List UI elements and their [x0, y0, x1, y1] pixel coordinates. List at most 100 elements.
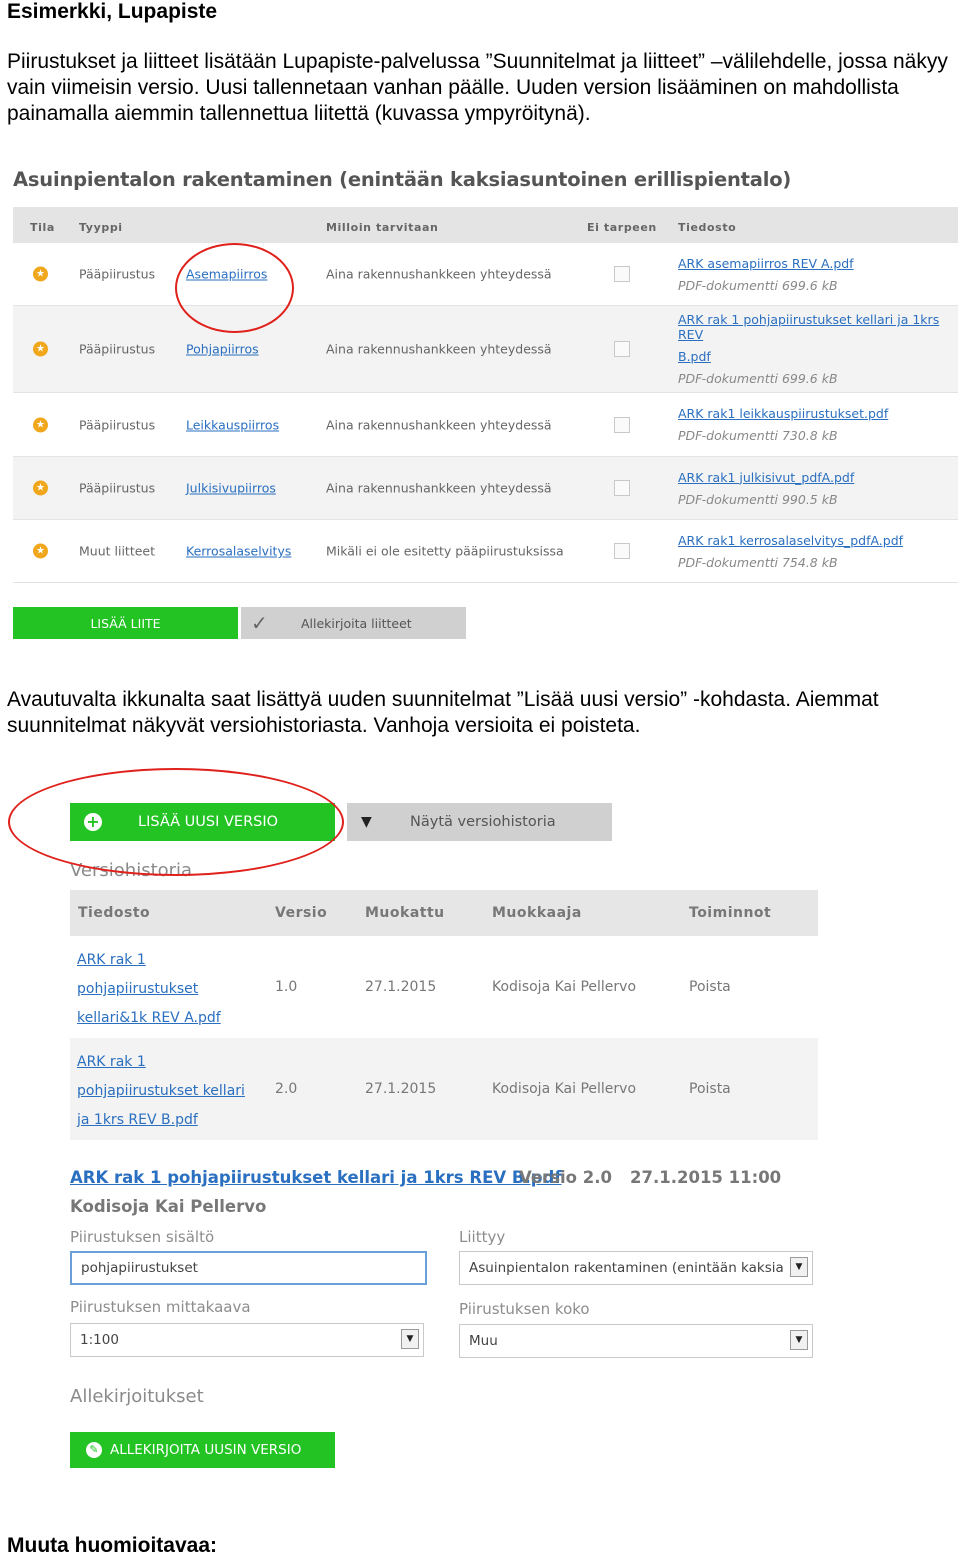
content-input[interactable]: pohjapiirustukset [70, 1251, 427, 1285]
chevron-down-icon[interactable]: ▼ [790, 1257, 808, 1277]
version-number: 2.0 [275, 1081, 298, 1097]
not-needed-checkbox[interactable] [614, 266, 630, 282]
attachment-type: Muut liitteet [79, 543, 156, 559]
version-editor: Kodisoja Kai Pellervo [492, 1081, 637, 1097]
table-row[interactable]: ★ Muut liitteet Kerrosalaselvitys Mikäli… [13, 520, 958, 583]
version-file-line[interactable]: ARK rak 1 [77, 946, 221, 975]
version-file-link[interactable]: ARK rak 1 pohjapiirustukset kellari&1k R… [77, 946, 221, 1033]
table-row[interactable]: ★ Pääpiirustus Pohjapiirros Aina rakennu… [13, 306, 958, 393]
version-file-line[interactable]: ja 1krs REV B.pdf [77, 1106, 245, 1135]
doc-paragraph-1: Piirustukset ja liitteet lisätään Lupapi… [7, 50, 948, 125]
attachment-name-link[interactable]: Kerrosalaselvitys [186, 544, 291, 559]
content-value: pohjapiirustukset [81, 1260, 198, 1276]
size-select[interactable]: Muu ▼ [459, 1324, 813, 1358]
header-file: Tiedosto [678, 221, 737, 234]
file-cell: ARK rak1 julkisivut_pdfA.pdf PDF-dokumen… [678, 457, 854, 519]
application-title: Asuinpientalon rakentaminen (enintään ka… [13, 168, 792, 191]
not-needed-checkbox[interactable] [614, 341, 630, 357]
file-link[interactable]: ARK rak1 julkisivut_pdfA.pdf [678, 470, 854, 485]
header-status: Tila [30, 221, 55, 234]
doc-heading-2: Muuta huomioitavaa: [7, 1534, 218, 1557]
version-history-title: Versiohistoria [70, 860, 193, 881]
file-meta: PDF-dokumentti 699.6 kB [678, 371, 838, 386]
file-link-continued[interactable]: B.pdf [678, 349, 958, 364]
header-editor: Muokkaaja [492, 905, 582, 921]
relates-value: Asuinpientalon rakentaminen (enintään ka… [469, 1260, 784, 1276]
file-link[interactable]: ARK rak 1 pohjapiirustukset kellari ja 1… [678, 312, 958, 342]
signatures-title: Allekirjoitukset [70, 1386, 204, 1407]
add-new-version-label: LISÄÄ UUSI VERSIO [138, 814, 279, 830]
not-needed-checkbox[interactable] [614, 416, 630, 433]
current-file-link[interactable]: ARK rak 1 pohjapiirustukset kellari ja 1… [70, 1168, 562, 1187]
scale-select[interactable]: 1:100 ▼ [70, 1323, 424, 1357]
header-when: Milloin tarvitaan [326, 221, 439, 234]
chevron-down-icon[interactable]: ▼ [401, 1329, 419, 1349]
table-row[interactable]: ★ Pääpiirustus Asemapiirros Aina rakennu… [13, 243, 958, 306]
star-icon: ★ [33, 266, 48, 282]
attachment-type: Pääpiirustus [79, 480, 156, 496]
file-link[interactable]: ARK rak1 kerrosalaselvitys_pdfA.pdf [678, 533, 903, 548]
show-version-history-label: Näytä versiohistoria [410, 814, 556, 830]
not-needed-checkbox[interactable] [614, 543, 630, 559]
attachment-type: Pääpiirustus [79, 341, 156, 357]
attachment-when: Aina rakennushankkeen yhteydessä [326, 341, 552, 357]
sign-attachments-label: Allekirjoita liitteet [301, 615, 412, 631]
size-value: Muu [469, 1333, 498, 1349]
delete-version-action[interactable]: Poista [689, 1081, 731, 1097]
relates-select[interactable]: Asuinpientalon rakentaminen (enintään ka… [459, 1251, 813, 1285]
sign-attachments-button[interactable]: ✓ Allekirjoita liitteet [241, 607, 466, 639]
attachment-name-link[interactable]: Pohjapiirros [186, 342, 259, 357]
add-attachment-button[interactable]: LISÄÄ LIITE [13, 607, 238, 639]
version-editor: Kodisoja Kai Pellervo [492, 979, 637, 995]
attachment-type: Pääpiirustus [79, 417, 156, 432]
sign-latest-version-button[interactable]: ✎ ALLEKIRJOITA UUSIN VERSIO [70, 1432, 335, 1468]
version-file-line[interactable]: ARK rak 1 [77, 1048, 245, 1077]
file-meta: PDF-dokumentti 699.6 kB [678, 277, 838, 293]
scale-label: Piirustuksen mittakaava [70, 1298, 251, 1316]
header-file: Tiedosto [78, 905, 151, 921]
checkmark-icon: ✓ [251, 611, 268, 635]
current-version: Versio 2.0 [519, 1168, 612, 1187]
sign-latest-version-label: ALLEKIRJOITA UUSIN VERSIO [110, 1442, 302, 1458]
header-version: Versio [275, 905, 328, 921]
version-file-link[interactable]: ARK rak 1 pohjapiirustukset kellari ja 1… [77, 1048, 245, 1135]
version-modified: 27.1.2015 [365, 979, 437, 995]
attachments-table-header: Tila Tyyppi Milloin tarvitaan Ei tarpeen… [13, 207, 958, 243]
version-history-table: Tiedosto Versio Muokattu Muokkaaja Toimi… [70, 890, 818, 1140]
star-icon: ★ [33, 341, 48, 357]
header-type: Tyyppi [79, 221, 123, 234]
current-timestamp: 27.1.2015 11:00 [630, 1168, 782, 1187]
file-link[interactable]: ARK rak1 leikkauspiirustukset.pdf [678, 406, 888, 421]
table-row[interactable]: ★ Pääpiirustus Leikkauspiirros Aina rake… [13, 393, 958, 457]
plus-icon: + [84, 813, 102, 831]
scale-value: 1:100 [80, 1332, 119, 1348]
triangle-down-icon: ▼ [361, 814, 372, 830]
file-cell: ARK rak1 kerrosalaselvitys_pdfA.pdf PDF-… [678, 520, 903, 582]
file-meta: PDF-dokumentti 754.8 kB [678, 554, 838, 570]
attachment-type: Pääpiirustus [79, 266, 156, 282]
header-modified: Muokattu [365, 905, 445, 921]
version-file-line[interactable]: pohjapiirustukset [77, 975, 221, 1004]
show-version-history-button[interactable]: ▼ Näytä versiohistoria [347, 803, 612, 841]
attachment-name-link[interactable]: Asemapiirros [186, 267, 267, 282]
add-new-version-button[interactable]: + LISÄÄ UUSI VERSIO [70, 803, 335, 841]
not-needed-checkbox[interactable] [614, 480, 630, 496]
attachment-when: Aina rakennushankkeen yhteydessä [326, 266, 552, 282]
version-file-line[interactable]: pohjapiirustukset kellari [77, 1077, 245, 1106]
table-row[interactable]: ★ Pääpiirustus Julkisivupiirros Aina rak… [13, 457, 958, 520]
attachment-name-link[interactable]: Leikkauspiirros [186, 417, 279, 432]
header-actions: Toiminnot [689, 905, 772, 921]
attachment-when: Aina rakennushankkeen yhteydessä [326, 480, 552, 496]
attachment-when: Mikäli ei ole esitetty pääpiirustuksissa [326, 543, 564, 559]
file-cell: ARK rak 1 pohjapiirustukset kellari ja 1… [678, 306, 958, 392]
file-meta: PDF-dokumentti 990.5 kB [678, 491, 838, 507]
chevron-down-icon[interactable]: ▼ [790, 1330, 808, 1350]
delete-version-action[interactable]: Poista [689, 979, 731, 995]
version-file-line[interactable]: kellari&1k REV A.pdf [77, 1004, 221, 1033]
pen-icon: ✎ [86, 1442, 102, 1458]
table-row: ARK rak 1 pohjapiirustukset kellari ja 1… [70, 1038, 818, 1140]
add-attachment-label: LISÄÄ LIITE [90, 615, 161, 631]
file-link[interactable]: ARK asemapiirros REV A.pdf [678, 256, 854, 271]
attachments-table: Tila Tyyppi Milloin tarvitaan Ei tarpeen… [13, 207, 958, 583]
attachment-name-link[interactable]: Julkisivupiirros [186, 481, 276, 496]
